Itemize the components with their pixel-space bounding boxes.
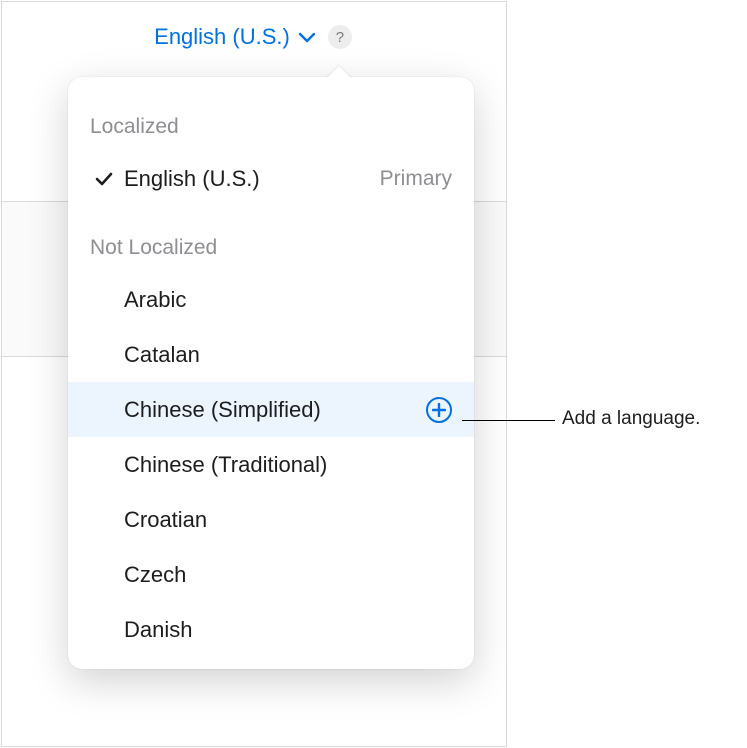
language-row-czech[interactable]: Czech — [68, 547, 474, 602]
language-label: Croatian — [118, 507, 452, 533]
language-label: Chinese (Simplified) — [118, 397, 426, 423]
language-selector-row: English (U.S.) ? — [0, 24, 506, 50]
language-row-chinese-traditional[interactable]: Chinese (Traditional) — [68, 437, 474, 492]
add-language-button[interactable] — [426, 397, 452, 423]
callout-leader-line — [462, 420, 555, 421]
section-label-not-localized: Not Localized — [68, 228, 474, 272]
language-label: Chinese (Traditional) — [118, 452, 452, 478]
checkmark-icon — [95, 172, 113, 186]
language-selector-label: English (U.S.) — [154, 24, 290, 50]
language-selector[interactable]: English (U.S.) — [154, 24, 316, 50]
callout-text: Add a language. — [562, 408, 700, 430]
language-dropdown: Localized English (U.S.) Primary Not Loc… — [68, 77, 474, 669]
language-label: Arabic — [118, 287, 452, 313]
language-label: Catalan — [118, 342, 452, 368]
help-button[interactable]: ? — [328, 25, 352, 49]
language-row-english-us[interactable]: English (U.S.) Primary — [68, 151, 474, 206]
language-row-arabic[interactable]: Arabic — [68, 272, 474, 327]
language-row-chinese-simplified[interactable]: Chinese (Simplified) — [68, 382, 474, 437]
language-row-croatian[interactable]: Croatian — [68, 492, 474, 547]
section-gap — [68, 206, 474, 228]
language-row-danish[interactable]: Danish — [68, 602, 474, 657]
question-mark-icon: ? — [336, 29, 344, 46]
chevron-down-icon — [298, 32, 316, 43]
language-label: English (U.S.) — [118, 166, 380, 192]
language-label: Czech — [118, 562, 452, 588]
section-label-localized: Localized — [68, 107, 474, 151]
language-suffix-primary: Primary — [380, 167, 452, 191]
plus-icon — [432, 403, 446, 417]
language-row-catalan[interactable]: Catalan — [68, 327, 474, 382]
language-label: Danish — [118, 617, 452, 643]
